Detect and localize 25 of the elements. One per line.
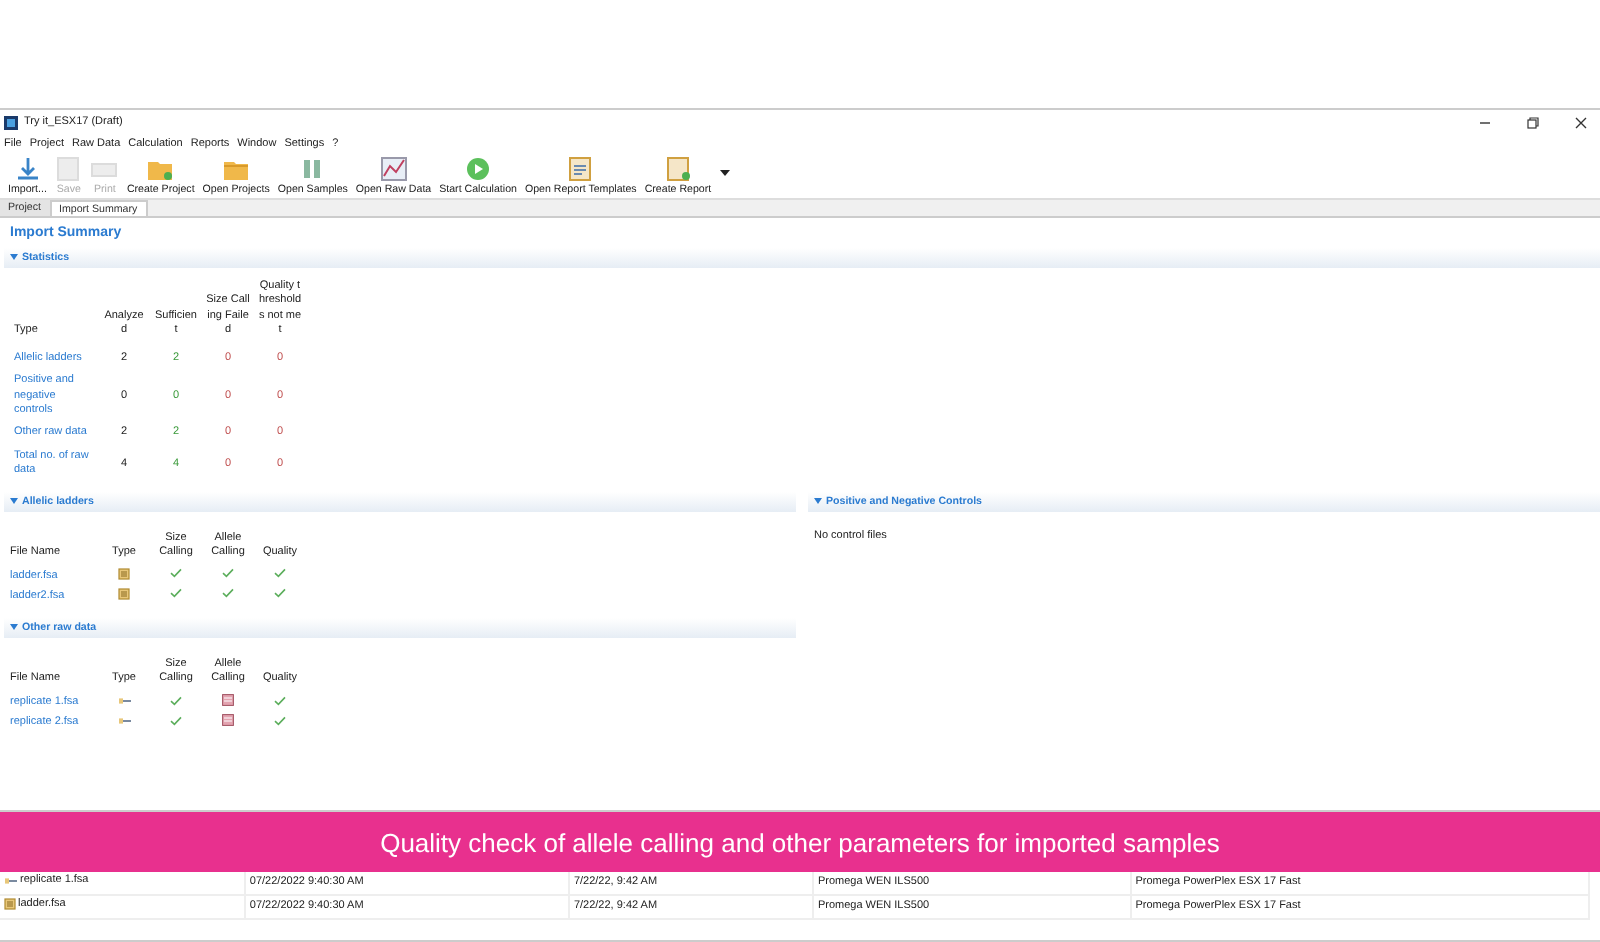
report-new-icon	[663, 156, 692, 182]
warning-table-icon	[222, 694, 234, 707]
caption-banner: Quality check of allele calling and other parameters for imported samples	[0, 812, 1600, 872]
ladder-file-icon	[118, 567, 130, 580]
ladder-file-icon	[4, 897, 16, 909]
folder-icon	[222, 156, 251, 182]
ladder-file-icon	[118, 587, 130, 600]
folder-new-icon	[146, 156, 175, 182]
collapse-icon[interactable]	[10, 623, 18, 630]
sample-file-icon	[4, 875, 18, 885]
save-icon	[54, 156, 83, 182]
dropdown-icon[interactable]	[719, 170, 730, 178]
chart-icon	[379, 156, 408, 182]
import-icon	[13, 156, 42, 182]
sample-file-icon	[117, 695, 131, 706]
play-icon	[464, 156, 493, 182]
report-icon	[566, 156, 595, 182]
collapse-icon[interactable]	[814, 497, 822, 504]
sample-file-icon	[117, 715, 131, 726]
collapse-icon[interactable]	[10, 497, 18, 504]
restore-icon[interactable]	[1526, 115, 1540, 129]
collapse-icon[interactable]	[10, 254, 18, 260]
close-icon[interactable]	[1574, 115, 1588, 129]
warning-table-icon	[222, 714, 234, 727]
app-icon	[4, 115, 18, 129]
